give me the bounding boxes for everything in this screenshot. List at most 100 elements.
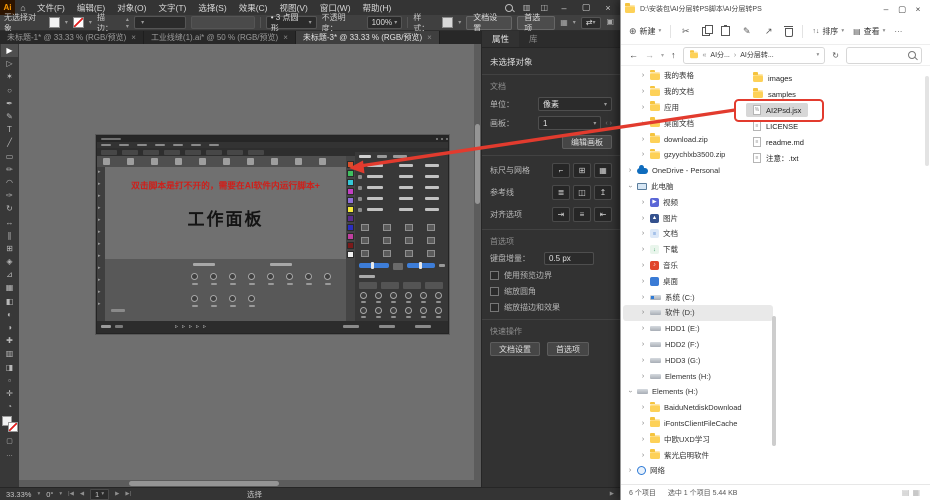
sidebar-item-24[interactable]: ›紫光启明软件 [623,447,773,463]
folder-panel-icon[interactable]: ▣ [607,17,615,29]
sidebar-item-15[interactable]: ›软件 (D:) [623,305,773,321]
release-guides-icon[interactable]: ↥ [594,185,612,200]
filelist-scrollbar[interactable] [925,76,929,166]
file-row-inner[interactable]: samples [746,88,803,101]
artboard-nav-last-icon[interactable]: ▶| [125,491,131,497]
search-box[interactable] [846,47,922,64]
new-button[interactable]: ⊕ 新建 ▾ [629,26,661,37]
color-swatch[interactable] [347,188,354,195]
stroke-swatch[interactable] [73,17,84,28]
sidebar-item-12[interactable]: ›♪音乐 [623,258,773,274]
up-button[interactable]: ↑ [671,50,676,60]
paintbrush-tool[interactable]: ✏ [1,163,18,176]
file-row-inner[interactable]: ≡readme.md [746,135,811,149]
back-button[interactable]: ← [629,50,638,60]
selection-tool[interactable]: ▶ [1,44,18,57]
stroke-stepper[interactable]: ▴▾ [126,16,129,30]
screen-mode-icon[interactable]: … [1,447,18,460]
shaper-tool[interactable]: ✑ [1,189,18,202]
perspective-grid-tool[interactable]: ⊿ [1,268,18,281]
color-swatch[interactable] [347,179,354,186]
sidebar-item-23[interactable]: ›中欧UXD学习 [623,431,773,447]
sidebar-item-25[interactable]: ›网络 [623,463,773,479]
chevron-icon[interactable]: › [640,373,646,380]
stroke-color-icon[interactable] [8,422,18,432]
lasso-tool[interactable]: ○ [1,84,18,97]
style-dropdown-icon[interactable]: ▾ [458,19,461,26]
pen-tool[interactable]: ✒ [1,97,18,110]
chevron-icon[interactable]: › [640,151,646,158]
variable-width-select[interactable] [191,16,255,29]
checkbox-icon[interactable] [490,303,499,312]
document-tab-1[interactable]: 工业线缝(1).ai* @ 50 % (RGB/预览)× [144,31,296,44]
preference-checkbox-1[interactable]: 缩放圆角 [490,286,612,297]
chevron-icon[interactable]: › [640,278,646,285]
close-button[interactable]: × [602,3,614,13]
chevron-icon[interactable]: › [640,357,646,364]
close-tab-icon[interactable]: × [283,33,288,42]
history-dropdown-icon[interactable]: ▾ [661,52,664,59]
file-row-1[interactable]: samples [746,86,916,102]
checkbox-icon[interactable] [490,287,499,296]
preference-checkbox-0[interactable]: 使用预览边界 [490,270,612,281]
line-segment-tool[interactable]: ╱ [1,136,18,149]
close-tab-icon[interactable]: × [427,33,432,42]
chevron-icon[interactable]: › [627,167,633,174]
scale-tool[interactable]: ↔ [1,215,18,228]
style-swatch[interactable] [442,17,453,28]
align-icon[interactable]: ▦ [560,18,568,27]
sidebar-item-11[interactable]: ›↓下载 [623,242,773,258]
file-row-inner[interactable]: %AI2Psd.jsx [746,103,808,117]
file-row-3[interactable]: ≡LICENSE [746,118,916,134]
chevron-icon[interactable]: › [640,436,646,443]
chevron-icon[interactable]: › [640,262,646,269]
preferences-button[interactable]: 首选项 [517,16,555,30]
minimize-button[interactable]: – [878,4,894,15]
zoom-level[interactable]: 33.33% [6,490,31,499]
draw-mode-icon[interactable]: ▢ [1,434,18,447]
document-tab-0[interactable]: 未标题-1* @ 33.33 % (RGB/预览)× [0,31,144,44]
file-row-2[interactable]: %AI2Psd.jsx [746,102,916,118]
curvature-tool[interactable]: ✎ [1,110,18,123]
sidebar-item-21[interactable]: ›BaiduNetdiskDownload [623,400,773,416]
preference-checkbox-2[interactable]: 缩放描边和效果 [490,302,612,313]
icons-view-icon[interactable]: ▦ [912,488,923,497]
canvas[interactable]: ▸▸▸▸▸▸▸▸▸▸▸▸ 双击脚本是打不开的，需要在AI软件内运行脚本+ 工作面… [19,44,481,487]
chevron-icon[interactable]: › [640,404,646,411]
fill-stroke-widget[interactable] [2,416,18,434]
color-swatch[interactable] [347,161,354,168]
sidebar-item-10[interactable]: ›≡文档 [623,226,773,242]
chevron-icon[interactable]: › [640,325,646,332]
chevron-icon[interactable]: › [640,199,646,206]
sidebar-item-22[interactable]: ›iFontsClientFileCache [623,416,773,432]
breadcrumb-segment-1[interactable]: AI分层转... [740,50,773,60]
sidebar-item-17[interactable]: ›HDD2 (F:) [623,337,773,353]
snap-point-icon[interactable]: ⇥ [552,207,570,222]
sidebar-item-18[interactable]: ›HDD3 (G:) [623,352,773,368]
chevron-icon[interactable]: › [640,215,646,222]
chevron-icon[interactable]: › [640,88,646,95]
chevron-icon[interactable]: › [640,420,646,427]
artboard-number-select[interactable]: 1 ▾ [90,489,109,500]
qa-document-setup-button[interactable]: 文档设置 [490,342,540,356]
file-row-inner[interactable]: ≡LICENSE [746,119,805,133]
chevron-icon[interactable]: › [640,294,646,301]
brush-select[interactable]: • 3 点圆形 ▾ [266,16,317,29]
stroke-dropdown-icon[interactable]: ▾ [89,19,92,26]
chevron-icon[interactable]: › [627,467,633,474]
shape-builder-tool[interactable]: ◈ [1,255,18,268]
sort-button[interactable]: ↑↓ 排序 ▾ [812,26,844,37]
panel-toggle-icon[interactable]: ⇄ ▾ [581,17,601,29]
color-swatch[interactable] [347,251,354,258]
chevron-icon[interactable]: › [627,183,634,189]
sidebar-scrollbar[interactable] [772,316,776,446]
symbol-sprayer-tool[interactable]: ✚ [1,334,18,347]
tab-properties[interactable]: 属性 [482,31,519,47]
snap-pixel-icon[interactable]: ⇤ [594,207,612,222]
file-row-4[interactable]: ≡readme.md [746,134,916,150]
chevron-icon[interactable]: › [640,246,646,253]
grid-icon[interactable]: ⊞ [573,163,591,178]
sidebar-item-14[interactable]: ›系统 (C:) [623,289,773,305]
slice-tool[interactable]: ▫ [1,374,18,387]
delete-icon[interactable] [785,28,793,37]
